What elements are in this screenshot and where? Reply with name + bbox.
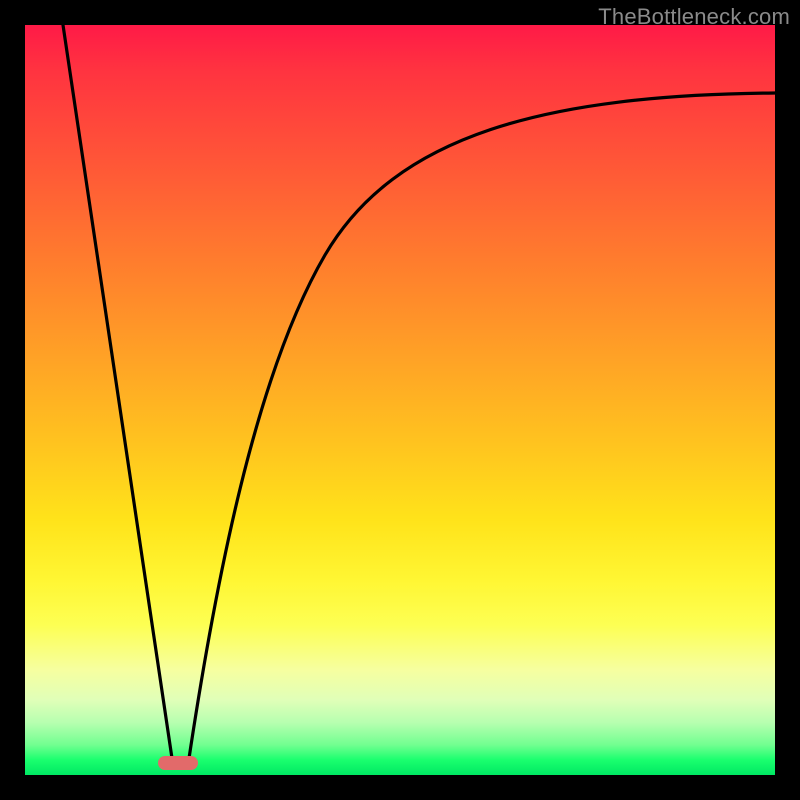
curve-left-branch	[63, 25, 173, 765]
minimum-marker	[158, 756, 198, 770]
watermark-text: TheBottleneck.com	[598, 4, 790, 30]
curve-right-branch	[188, 93, 775, 765]
bottleneck-curve	[25, 25, 775, 775]
chart-frame: TheBottleneck.com	[0, 0, 800, 800]
plot-area	[25, 25, 775, 775]
